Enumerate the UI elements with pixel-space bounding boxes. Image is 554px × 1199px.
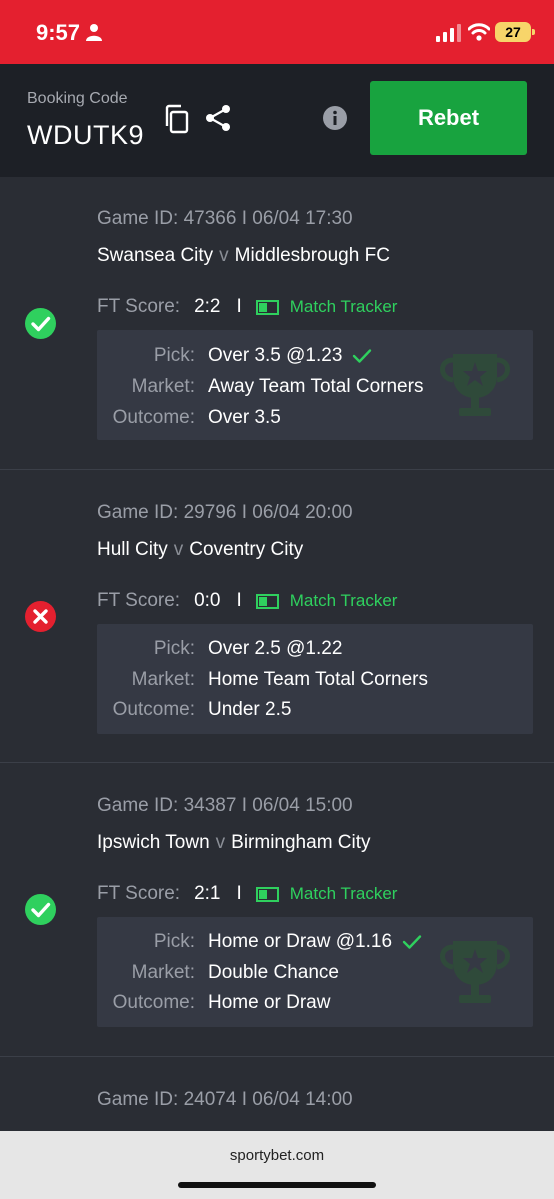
game-id: Game ID: 29796 I 06/04 20:00 <box>97 502 353 523</box>
pick-details: Pick: Over 3.5 @1.23 Market: Away Team T… <box>97 330 533 440</box>
browser-bottom-bar: sportybet.com <box>0 1131 554 1199</box>
match-tracker-icon[interactable] <box>255 886 279 902</box>
score-separator: I <box>236 883 242 904</box>
match-tracker-icon[interactable] <box>255 299 279 315</box>
cross-circle-icon <box>25 601 56 632</box>
home-team: Hull City <box>97 539 168 560</box>
away-team: Coventry City <box>189 539 304 560</box>
pick-value: Home or Draw @1.16 <box>208 931 393 952</box>
market-label: Market: <box>131 962 195 983</box>
check-circle-icon <box>25 894 56 925</box>
pick-label: Pick: <box>153 931 195 952</box>
away-team: Birmingham City <box>231 832 371 853</box>
score-row: FT Score: 2:2 I Match Tracker <box>97 296 397 318</box>
outcome-label: Outcome: <box>112 407 195 428</box>
market-label: Market: <box>131 376 195 397</box>
match-teams: Ipswich Town v Birmingham City <box>97 832 371 854</box>
versus-label: v <box>219 245 229 266</box>
ft-score-label: FT Score: <box>97 590 181 611</box>
outcome-label: Outcome: <box>112 699 195 720</box>
game-id: Game ID: 47366 I 06/04 17:30 <box>97 208 353 229</box>
battery-level: 27 <box>505 24 521 40</box>
share-icon[interactable] <box>204 104 232 132</box>
status-time: 9:57 <box>36 20 81 45</box>
bet-card: Game ID: 47366 I 06/04 17:30 Swansea Cit… <box>0 177 554 470</box>
market-value: Home Team Total Corners <box>208 669 429 690</box>
bet-card: Game ID: 29796 I 06/04 20:00 Hull City v C… <box>0 470 554 763</box>
away-team: Middlesbrough FC <box>234 245 390 266</box>
game-id: Game ID: 24074 I 06/04 14:00 <box>97 1089 353 1110</box>
pick-value: Over 3.5 @1.23 <box>208 345 343 366</box>
checkmark-icon <box>353 349 372 363</box>
pick-value-wrap: Over 3.5 @1.23 <box>208 345 372 367</box>
versus-label: v <box>173 539 184 560</box>
market-label: Market: <box>131 669 195 690</box>
trophy-icon <box>440 941 510 1003</box>
ft-score-label: FT Score: <box>97 883 181 904</box>
outcome-value: Over 3.5 <box>208 407 281 428</box>
bet-card: Game ID: 34387 I 06/04 15:00 Ipswich Tow… <box>0 763 554 1057</box>
bet-card: Game ID: 24074 I 06/04 14:00 <box>0 1057 554 1131</box>
market-value: Double Chance <box>208 962 339 983</box>
score-separator: I <box>236 590 242 611</box>
outcome-value: Under 2.5 <box>208 699 292 720</box>
game-id: Game ID: 34387 I 06/04 15:00 <box>97 795 353 816</box>
match-tracker-icon[interactable] <box>255 593 279 609</box>
booking-code-label: Booking Code <box>27 90 128 107</box>
pick-label: Pick: <box>153 638 195 659</box>
versus-label: v <box>215 832 226 853</box>
outcome-label: Outcome: <box>112 992 195 1013</box>
trophy-icon <box>440 354 510 416</box>
checkmark-icon <box>402 935 422 949</box>
booking-header: Booking Code WDUTK9 Rebet <box>0 64 554 177</box>
home-team: Swansea City <box>97 245 214 266</box>
score-row: FT Score: 2:1 I Match Tracker <box>97 883 397 905</box>
status-bar: 9:57 27 <box>0 0 554 64</box>
booking-code: WDUTK9 <box>27 120 144 150</box>
pick-value: Over 2.5 @1.22 <box>208 638 343 659</box>
home-team: Ipswich Town <box>97 832 210 853</box>
info-icon[interactable] <box>323 106 347 130</box>
battery-indicator: 27 <box>495 22 535 42</box>
pick-details: Pick: Home or Draw @1.16 Market: Double … <box>97 917 533 1027</box>
url-label[interactable]: sportybet.com <box>0 1147 554 1164</box>
person-icon <box>86 24 102 41</box>
match-tracker-link[interactable]: Match Tracker <box>290 591 398 611</box>
score-row: FT Score: 0:0 I Match Tracker <box>97 590 397 612</box>
ft-score-value: 0:0 <box>194 590 221 611</box>
rebet-button[interactable]: Rebet <box>370 81 527 155</box>
pick-details: Pick: Over 2.5 @1.22 Market: Home Team T… <box>97 624 533 734</box>
match-teams: Swansea City v Middlesbrough FC <box>97 245 390 267</box>
outcome-value: Home or Draw <box>208 992 331 1013</box>
ft-score-value: 2:1 <box>194 883 221 904</box>
match-tracker-link[interactable]: Match Tracker <box>290 297 398 317</box>
check-circle-icon <box>25 308 56 339</box>
ft-score-label: FT Score: <box>97 296 181 317</box>
home-indicator[interactable] <box>178 1182 376 1188</box>
market-value: Away Team Total Corners <box>208 376 424 397</box>
pick-value-wrap: Home or Draw @1.16 <box>208 931 422 953</box>
pick-label: Pick: <box>153 345 195 366</box>
wifi-icon <box>468 23 490 41</box>
ft-score-value: 2:2 <box>194 296 221 317</box>
score-separator: I <box>236 296 242 317</box>
copy-icon[interactable] <box>164 104 190 134</box>
match-tracker-link[interactable]: Match Tracker <box>290 884 398 904</box>
match-teams: Hull City v Coventry City <box>97 539 303 561</box>
signal-icon <box>436 24 461 42</box>
